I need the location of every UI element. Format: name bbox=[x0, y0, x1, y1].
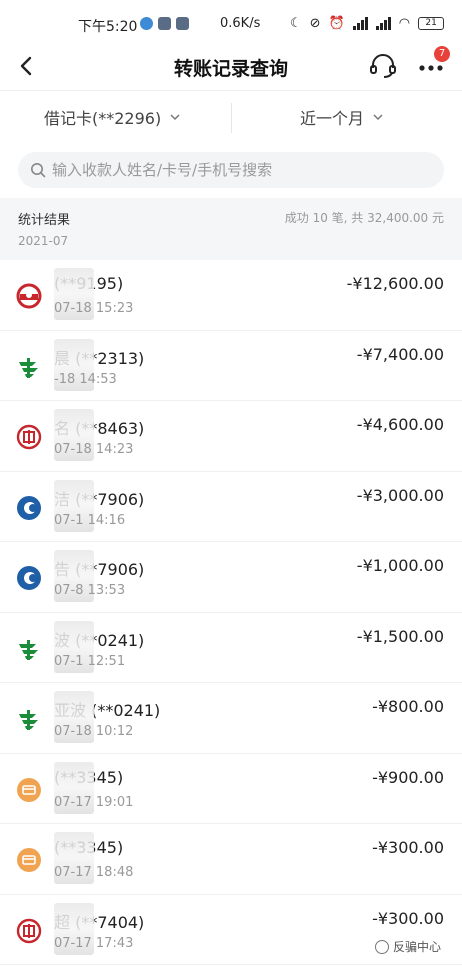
title-bar: 转账记录查询 7 bbox=[0, 44, 462, 90]
customer-service-icon[interactable] bbox=[368, 52, 398, 80]
transaction-row[interactable]: 亚波 (**0241) 07-18 10:12 -¥800.00 bbox=[0, 683, 462, 754]
card-filter-dropdown[interactable]: 借记卡(**2296) bbox=[44, 105, 181, 129]
search-input[interactable] bbox=[52, 161, 412, 179]
transaction-row[interactable]: 名 (**8463) 07-18 14:23 -¥4,600.00 bbox=[0, 401, 462, 472]
mute-icon: ⊘ bbox=[309, 16, 321, 31]
divider bbox=[231, 103, 232, 133]
summary-section: 统计结果 2021-07 成功 10 笔, 共 32,400.00 元 bbox=[0, 198, 462, 260]
transaction-time: 07-18 10:12 bbox=[54, 724, 134, 739]
chevron-down-icon bbox=[170, 114, 180, 121]
transaction-time: 07-17 17:43 bbox=[54, 935, 134, 951]
transaction-row[interactable]: (**3345)07-17 18:48-¥300.00 bbox=[0, 824, 462, 895]
postal-savings-icon bbox=[16, 354, 42, 380]
signal-icon bbox=[352, 17, 368, 30]
transaction-amount: -¥900.00 bbox=[372, 767, 444, 787]
transaction-amount: -¥12,600.00 bbox=[346, 274, 444, 293]
postal-savings-icon bbox=[16, 636, 42, 662]
chevron-down-icon bbox=[373, 114, 383, 121]
summary-stats: 成功 10 笔, 共 32,400.00 元 bbox=[284, 211, 444, 225]
summary-month: 2021-07 bbox=[18, 234, 69, 248]
wifi-icon: ◠ bbox=[398, 16, 411, 31]
status-right-icons: ☾ ⊘ ⏰ ◠ 21 bbox=[290, 16, 445, 31]
app-notification-icon bbox=[158, 17, 171, 30]
icbc-icon bbox=[16, 918, 42, 944]
card-icon bbox=[16, 777, 42, 803]
date-range-dropdown[interactable]: 近一个月 bbox=[300, 105, 384, 129]
notification-badge: 7 bbox=[434, 46, 450, 62]
summary-label: 统计结果 bbox=[18, 213, 71, 228]
transaction-amount: -¥800.00 bbox=[372, 697, 444, 716]
battery-icon: 21 bbox=[418, 17, 445, 30]
bank-logo-red-icon bbox=[16, 283, 42, 309]
filter-bar: 借记卡(**2296) 近一个月 bbox=[0, 90, 462, 142]
transaction-amount: -¥1,500.00 bbox=[356, 626, 444, 646]
transaction-time: 07-17 18:48 bbox=[54, 865, 134, 880]
transaction-time: 07-1 14:16 bbox=[54, 512, 126, 528]
transaction-time: 07-1 12:51 bbox=[54, 653, 126, 669]
transaction-list: (**9195)07-18 15:23-¥12,600.00晨 (**2313)… bbox=[0, 260, 462, 965]
app-notification-icon bbox=[140, 17, 153, 30]
watermark: 反骗中心 bbox=[375, 938, 441, 955]
status-app-icons bbox=[140, 17, 189, 30]
net-speed: 0.6K/s bbox=[220, 16, 261, 31]
transaction-row[interactable]: (**9195)07-18 15:23-¥12,600.00 bbox=[0, 260, 462, 331]
transaction-time: 07-18 15:23 bbox=[54, 301, 134, 316]
transaction-time: 07-17 19:01 bbox=[54, 794, 134, 810]
transaction-row[interactable]: 洁 (**7906) 07-1 14:16 -¥3,000.00 bbox=[0, 472, 462, 542]
transaction-time: 07-8 13:53 bbox=[54, 583, 126, 598]
icbc-icon bbox=[16, 424, 42, 450]
ccb-icon bbox=[16, 495, 42, 521]
transaction-row[interactable]: (**3345)07-17 19:01-¥900.00 bbox=[0, 754, 462, 824]
watermark-text: 反骗中心 bbox=[393, 940, 442, 954]
card-icon bbox=[16, 847, 42, 873]
ccb-icon bbox=[16, 565, 42, 591]
card-filter-label: 借记卡(**2296) bbox=[44, 109, 162, 128]
transaction-time: -18 14:53 bbox=[54, 371, 117, 387]
status-bar: 下午5:20 0.6K/s ☾ ⊘ ⏰ ◠ 21 bbox=[0, 0, 462, 44]
transaction-row[interactable]: 告 (**7906) 07-8 13:53 -¥1,000.00 bbox=[0, 542, 462, 613]
status-time: 下午5:20 bbox=[78, 19, 138, 35]
app-notification-icon bbox=[176, 17, 189, 30]
postal-savings-icon bbox=[16, 706, 42, 732]
alarm-icon: ⏰ bbox=[328, 16, 345, 31]
moon-icon: ☾ bbox=[290, 16, 302, 31]
transaction-amount: -¥300.00 bbox=[372, 908, 444, 928]
transaction-amount: -¥4,600.00 bbox=[356, 415, 444, 434]
transaction-row[interactable]: 晨 (**2313) -18 14:53 -¥7,400.00 bbox=[0, 331, 462, 401]
transaction-amount: -¥300.00 bbox=[372, 838, 444, 857]
search-bar[interactable] bbox=[18, 152, 444, 188]
search-icon bbox=[31, 163, 46, 178]
date-range-label: 近一个月 bbox=[300, 109, 365, 128]
transaction-amount: -¥3,000.00 bbox=[356, 485, 444, 505]
signal-icon bbox=[375, 17, 391, 30]
transaction-amount: -¥1,000.00 bbox=[356, 556, 444, 575]
transaction-row[interactable]: 波 (**0241) 07-1 12:51 -¥1,500.00 bbox=[0, 613, 462, 683]
watermark-logo-icon bbox=[375, 939, 389, 954]
transaction-amount: -¥7,400.00 bbox=[356, 344, 444, 364]
transaction-time: 07-18 14:23 bbox=[54, 442, 134, 457]
